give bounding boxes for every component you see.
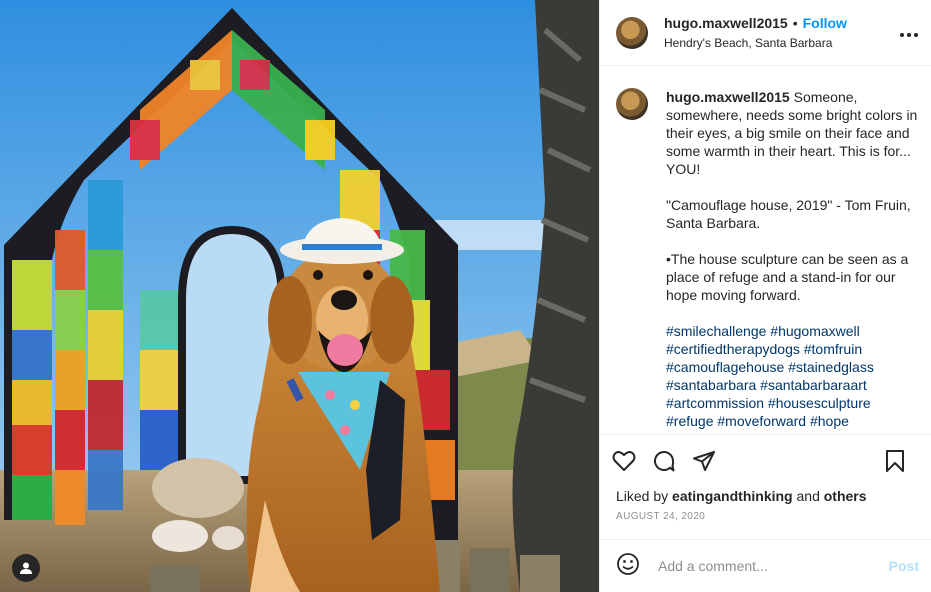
likes-prefix: Liked by	[616, 488, 669, 504]
action-bar	[600, 434, 931, 487]
username-link[interactable]: hugo.maxwell2015	[664, 15, 788, 31]
instagram-post: hugo.maxwell2015 • Follow Hendry's Beach, …	[0, 0, 931, 592]
emoji-icon[interactable]	[616, 552, 640, 581]
caption-area: hugo.maxwell2015 Someone, somewhere, nee…	[600, 66, 931, 434]
avatar[interactable]	[616, 88, 648, 120]
liked-by-user-link[interactable]: eatingandthinking	[672, 488, 793, 504]
comment-icon[interactable]	[650, 447, 678, 475]
post-photo[interactable]	[0, 0, 599, 592]
more-horizontal-icon[interactable]	[899, 22, 919, 43]
avatar[interactable]	[616, 16, 648, 49]
caption-body: Someone, somewhere, needs some bright co…	[666, 89, 918, 303]
stained-glass-house-dog-image	[0, 0, 599, 592]
post-side-panel: hugo.maxwell2015 • Follow Hendry's Beach, …	[599, 0, 931, 592]
post-header: hugo.maxwell2015 • Follow Hendry's Beach, …	[600, 0, 931, 66]
location-link[interactable]: Hendry's Beach, Santa Barbara	[664, 34, 847, 52]
likes-line: Liked by eatingandthinking and others	[600, 487, 931, 505]
likes-others-link[interactable]: others	[824, 488, 867, 504]
share-icon[interactable]	[690, 447, 718, 475]
separator-dot: •	[792, 14, 798, 31]
heart-icon[interactable]	[610, 447, 638, 475]
follow-button[interactable]: Follow	[803, 15, 847, 31]
likes-connector: and	[796, 488, 820, 504]
caption-text: hugo.maxwell2015 Someone, somewhere, nee…	[666, 88, 919, 434]
post-header-text: hugo.maxwell2015 • Follow Hendry's Beach, …	[664, 14, 847, 52]
comment-input[interactable]	[656, 557, 880, 575]
comment-bar: Post	[600, 539, 931, 592]
bookmark-icon[interactable]	[881, 447, 909, 475]
user-tag-icon[interactable]	[12, 554, 40, 582]
caption-hashtags[interactable]: #smilechallenge #hugomaxwell #certifiedt…	[666, 323, 878, 434]
caption-username-link[interactable]: hugo.maxwell2015	[666, 89, 790, 105]
post-comment-button[interactable]: Post	[889, 558, 919, 574]
post-date: August 24, 2020	[616, 511, 706, 522]
